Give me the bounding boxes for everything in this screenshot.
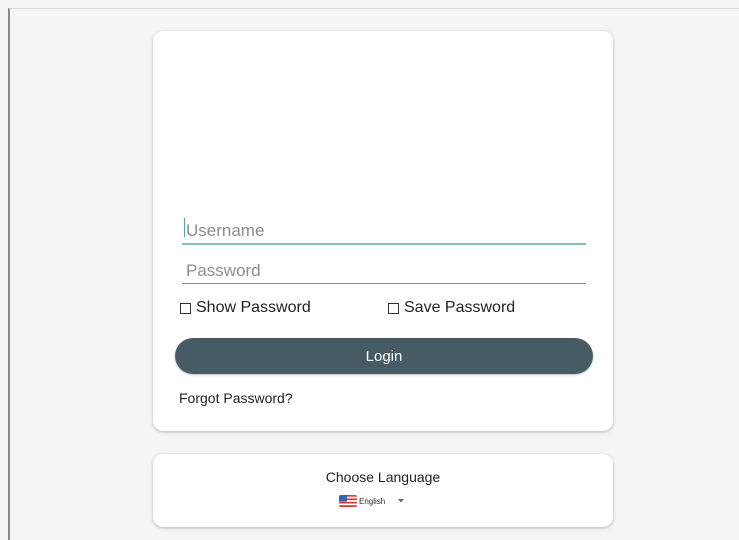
language-card: Choose Language English [153, 454, 613, 527]
username-input[interactable] [182, 215, 586, 243]
login-button-label: Login [365, 347, 403, 365]
show-password-checkbox[interactable] [180, 302, 191, 314]
save-password-label: Save Password [404, 299, 516, 316]
text-cursor [184, 218, 185, 237]
logo-area [153, 31, 613, 201]
show-password-label: Show Password [196, 299, 311, 316]
login-button[interactable]: Login [175, 338, 593, 374]
language-selector[interactable]: English [339, 493, 405, 509]
login-card: Show Password Save Password Login Forgot… [153, 31, 613, 431]
password-input[interactable] [182, 255, 586, 283]
selected-language-label: English [359, 496, 386, 506]
choose-language-title: Choose Language [325, 469, 441, 485]
save-password-checkbox[interactable] [388, 302, 399, 314]
save-password-option[interactable]: Save Password [388, 297, 515, 319]
chevron-down-icon[interactable] [397, 497, 405, 505]
show-password-option[interactable]: Show Password [180, 297, 311, 319]
forgot-password-link[interactable]: Forgot Password? [179, 390, 293, 406]
us-flag-icon [339, 495, 357, 507]
username-field-container[interactable] [182, 215, 586, 245]
password-field-container[interactable] [182, 255, 586, 284]
